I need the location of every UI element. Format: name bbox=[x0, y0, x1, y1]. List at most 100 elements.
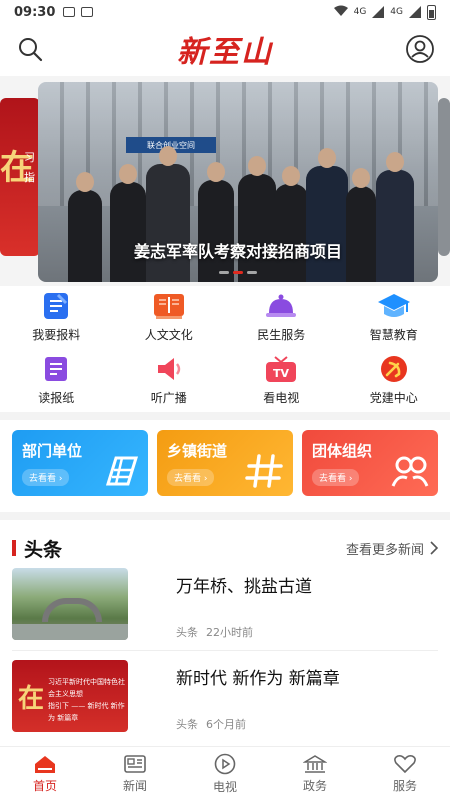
grid-label: 人文文化 bbox=[144, 328, 193, 342]
townships-icon bbox=[245, 454, 283, 488]
carousel-dot-active[interactable] bbox=[233, 271, 243, 274]
image-icon bbox=[81, 7, 94, 17]
tv-icon: TV bbox=[263, 353, 299, 385]
news-time: 22小时前 bbox=[206, 626, 253, 639]
section-divider bbox=[0, 412, 450, 420]
grid-item-education[interactable]: 智慧教育 bbox=[338, 290, 450, 343]
grid-item-tv[interactable]: TV 看电视 bbox=[225, 353, 338, 406]
banner-person bbox=[306, 166, 348, 282]
heart-icon bbox=[394, 754, 416, 773]
card-link[interactable]: 去看看 › bbox=[312, 469, 360, 486]
svg-text:TV: TV bbox=[273, 367, 290, 380]
report-icon bbox=[38, 290, 74, 322]
tab-services[interactable]: 服务 bbox=[360, 747, 450, 800]
book-icon bbox=[151, 290, 187, 322]
app-logo: 新至山 bbox=[177, 35, 273, 70]
tab-home[interactable]: 首页 bbox=[0, 747, 90, 800]
grid-item-livelihood[interactable]: 民生服务 bbox=[225, 290, 338, 343]
signal-icon bbox=[372, 6, 385, 18]
more-news-link[interactable]: 查看更多新闻 bbox=[346, 539, 438, 558]
grid-label: 民生服务 bbox=[257, 328, 306, 342]
app-header: 新至山 bbox=[0, 24, 450, 74]
news-tag: 头条 bbox=[176, 718, 198, 731]
profile-button[interactable] bbox=[404, 33, 436, 65]
news-title: 新时代 新作为 新篇章 bbox=[176, 669, 340, 689]
grid-label: 智慧教育 bbox=[369, 328, 418, 342]
banner-person bbox=[110, 182, 146, 282]
bottom-tab-bar: 首页 新闻 电视 政务 服务 bbox=[0, 746, 450, 800]
grid-label: 看电视 bbox=[263, 391, 300, 405]
graduation-cap-icon bbox=[376, 290, 412, 322]
notification-icon bbox=[63, 7, 76, 17]
grid-label: 党建中心 bbox=[369, 391, 418, 405]
carousel-dot[interactable] bbox=[247, 271, 257, 274]
grid-item-report[interactable]: 我要报料 bbox=[0, 290, 113, 343]
news-item[interactable]: 在 习近平新时代中国特色社会主义思想 指引下 —— 新时代 新作为 新篇章 新时… bbox=[12, 660, 438, 736]
network-label-2: 4G bbox=[390, 7, 403, 17]
tab-tv[interactable]: 电视 bbox=[180, 747, 270, 800]
news-tag: 头条 bbox=[176, 626, 198, 639]
bridge-arch bbox=[42, 598, 102, 622]
signal-icon-2 bbox=[409, 6, 421, 18]
home-icon bbox=[35, 755, 55, 773]
tab-label: 政务 bbox=[302, 778, 327, 793]
news-meta: 头条 6个月前 bbox=[176, 716, 246, 732]
news-icon bbox=[124, 754, 146, 773]
organizations-icon bbox=[391, 456, 429, 487]
banner-person bbox=[68, 190, 102, 282]
banner-title: 姜志军率队考察对接招商项目 bbox=[133, 242, 342, 261]
prev-slide-line: 指 bbox=[24, 171, 35, 184]
banner-person bbox=[238, 174, 276, 282]
government-icon bbox=[303, 754, 327, 773]
status-bar: 09:30 4G 4G bbox=[0, 0, 450, 24]
wifi-icon bbox=[333, 5, 348, 20]
card-townships[interactable]: 乡镇街道 去看看 › bbox=[157, 430, 293, 496]
headline-section-header: 头条 查看更多新闻 bbox=[0, 534, 450, 562]
banner-person bbox=[346, 186, 376, 282]
service-bell-icon bbox=[263, 290, 299, 322]
card-organizations[interactable]: 团体组织 去看看 › bbox=[302, 430, 438, 496]
tab-label: 首页 bbox=[32, 778, 57, 793]
thumb-line: 习近平新时代中国特色社会主义思想 bbox=[48, 678, 125, 698]
thumb-line: 指引下 —— 新时代 新作为 新篇章 bbox=[48, 702, 125, 722]
banner-carousel[interactable]: 在 习 指 联合创业空间 姜志军率队考察对接招商项目 bbox=[0, 76, 450, 286]
grid-item-party[interactable]: 党建中心 bbox=[338, 353, 450, 406]
more-news-label: 查看更多新闻 bbox=[345, 542, 424, 558]
news-item[interactable]: 万年桥、挑盐古道 头条 22小时前 bbox=[12, 568, 438, 644]
search-icon bbox=[19, 38, 43, 62]
section-title: 头条 bbox=[24, 538, 63, 561]
thumb-char: 在 bbox=[18, 684, 45, 714]
status-time: 09:30 bbox=[14, 4, 56, 20]
grid-item-newspaper[interactable]: 读报纸 bbox=[0, 353, 113, 406]
grid-item-culture[interactable]: 人文文化 bbox=[113, 290, 226, 343]
tab-government[interactable]: 政务 bbox=[270, 747, 360, 800]
prev-slide-line: 习 bbox=[24, 151, 35, 164]
news-time: 6个月前 bbox=[206, 718, 246, 731]
carousel-dot[interactable] bbox=[219, 271, 229, 274]
card-departments[interactable]: 部门单位 去看看 › bbox=[12, 430, 148, 496]
search-button[interactable] bbox=[14, 33, 46, 65]
news-thumbnail: 在 习近平新时代中国特色社会主义思想 指引下 —— 新时代 新作为 新篇章 bbox=[12, 660, 128, 732]
banner-next-slide[interactable] bbox=[438, 98, 450, 256]
chevron-right-icon bbox=[430, 541, 438, 555]
newspaper-icon bbox=[38, 353, 74, 385]
battery-icon bbox=[427, 4, 436, 20]
grid-item-radio[interactable]: 听广播 bbox=[113, 353, 226, 406]
news-meta: 头条 22小时前 bbox=[176, 624, 253, 640]
card-link[interactable]: 去看看 › bbox=[22, 469, 70, 486]
card-link[interactable]: 去看看 › bbox=[167, 469, 215, 486]
banner-prev-slide[interactable]: 在 习 指 bbox=[0, 98, 40, 256]
grid-label: 听广播 bbox=[150, 391, 187, 405]
section-accent-bar bbox=[12, 540, 16, 556]
banner-person bbox=[376, 170, 414, 282]
banner-person bbox=[146, 164, 190, 282]
news-divider bbox=[12, 650, 438, 651]
user-icon bbox=[406, 35, 434, 63]
banner-slide[interactable]: 联合创业空间 姜志军率队考察对接招商项目 bbox=[38, 82, 438, 282]
network-label-1: 4G bbox=[353, 7, 367, 17]
tab-label: 新闻 bbox=[122, 778, 147, 793]
tab-news[interactable]: 新闻 bbox=[90, 747, 180, 800]
grid-label: 读报纸 bbox=[38, 391, 75, 405]
feature-grid: 我要报料 人文文化 民生服务 智慧教育 读报纸 听广播 TV 看电视 党建中心 bbox=[0, 290, 450, 406]
category-cards: 部门单位 去看看 › 乡镇街道 去看看 › 团体组织 去看看 › bbox=[12, 430, 438, 496]
